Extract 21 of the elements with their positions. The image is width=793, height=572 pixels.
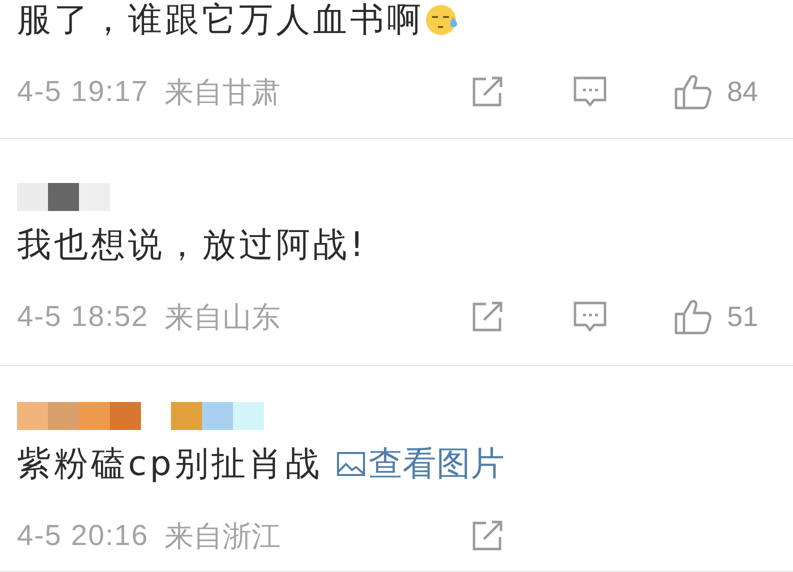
share-icon[interactable] [471, 301, 505, 333]
comment-text: 服了，谁跟它万人血书啊 [17, 3, 424, 37]
like-count: 51 [727, 303, 758, 331]
comment-icon[interactable] [572, 300, 608, 334]
comment-time: 4-5 18:52 [17, 302, 149, 332]
image-icon [336, 451, 366, 477]
comment-time: 4-5 20:16 [17, 522, 149, 550]
share-icon[interactable] [471, 76, 505, 108]
view-image-link[interactable]: 查看图片 [336, 447, 504, 481]
comment-icon[interactable] [572, 75, 608, 109]
comment-text: 我也想说，放过阿战! [17, 228, 367, 262]
comment-time: 4-5 19:17 [17, 78, 149, 106]
share-icon[interactable] [471, 520, 505, 552]
thumbs-up-icon[interactable] [673, 298, 713, 336]
like-count: 84 [727, 78, 758, 106]
comment-location: 来自浙江 [164, 522, 281, 550]
comment-text: 紫粉磕cp别扯肖战 [17, 447, 322, 481]
link-label: 查看图片 [368, 447, 504, 481]
thumbs-up-icon[interactable] [673, 73, 713, 111]
comment-location: 来自山东 [164, 302, 281, 332]
comment-location: 来自甘肃 [164, 78, 281, 106]
